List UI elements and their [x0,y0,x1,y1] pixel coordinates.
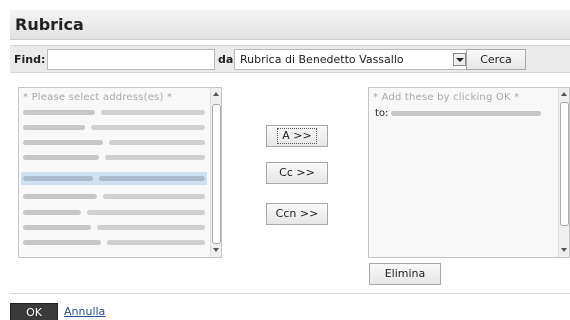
list-item[interactable] [21,121,207,134]
list-item[interactable] [21,151,207,164]
dialog-footer: OK Annulla [10,300,570,320]
add-bcc-button[interactable]: Ccn >> [266,203,328,225]
search-button[interactable]: Cerca [466,49,526,70]
available-placeholder: * Please select address(es) * [23,92,173,103]
cancel-link[interactable]: Annulla [64,305,105,318]
ok-button[interactable]: OK [10,303,58,320]
add-to-label: A >> [277,128,317,144]
address-book-value: Rubrica di Benedetto Vassallo [240,53,404,66]
scroll-up-icon[interactable] [560,90,569,99]
chevron-down-icon[interactable] [453,53,466,66]
search-bar: Find: da Rubrica di Benedetto Vassallo C… [10,45,570,73]
list-item[interactable] [21,206,207,219]
recipients-scrollbar[interactable] [558,88,569,257]
scroll-up-icon[interactable] [212,90,221,99]
scroll-down-icon[interactable] [212,246,221,255]
list-item[interactable] [21,236,207,249]
scroll-down-icon[interactable] [560,246,569,255]
list-item[interactable] [21,221,207,234]
da-label: da [218,53,234,66]
to-prefix: to: [375,108,389,119]
find-label: Find: [14,53,46,66]
recipient-to-entry[interactable]: to: [375,108,542,119]
recipients-list[interactable]: * Add these by clicking OK * to: [368,87,570,258]
recipients-placeholder: * Add these by clicking OK * [373,92,520,103]
remove-button[interactable]: Elimina [369,263,441,285]
list-item[interactable] [21,106,207,119]
available-addresses-list[interactable]: * Please select address(es) * [18,87,222,258]
scroll-thumb[interactable] [212,104,221,244]
list-item-selected[interactable] [21,172,207,185]
scroll-thumb[interactable] [560,102,569,226]
dialog-titlebar: Rubrica [10,10,570,40]
add-to-button[interactable]: A >> [266,125,328,147]
available-scrollbar[interactable] [210,88,221,257]
list-item[interactable] [21,190,207,203]
add-cc-button[interactable]: Cc >> [266,162,328,184]
address-picker: * Please select address(es) * A >> Cc >>… [10,76,570,294]
list-item[interactable] [21,136,207,149]
address-book-select[interactable]: Rubrica di Benedetto Vassallo [234,49,470,70]
dialog-title: Rubrica [15,15,84,34]
find-input[interactable] [47,49,215,70]
